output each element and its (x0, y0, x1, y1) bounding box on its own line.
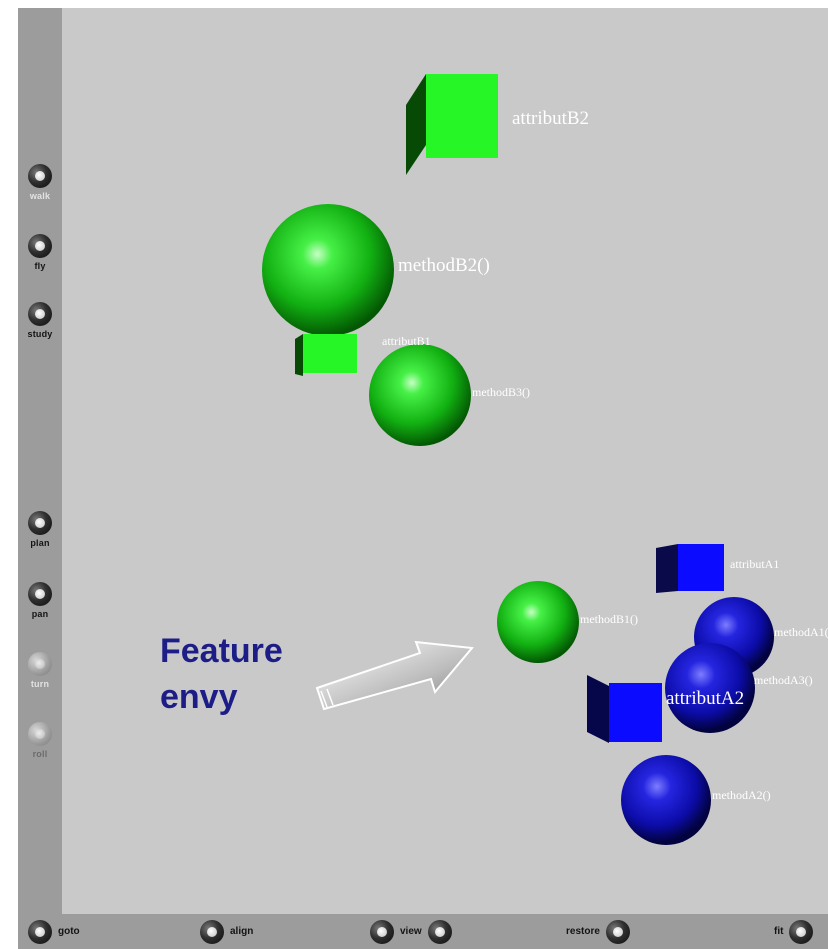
goto-label: goto (58, 926, 80, 937)
method-b2-label: methodB2() (398, 255, 490, 276)
attribut-b2-cube[interactable] (406, 74, 498, 175)
method-a1-label: methodA1() (774, 625, 828, 639)
plan-label: plan (30, 538, 50, 548)
align-icon (200, 919, 224, 944)
turn-icon (28, 652, 52, 676)
turn-button[interactable]: turn (20, 646, 60, 704)
method-b1-label: methodB1() (580, 612, 638, 626)
method-a3-label: methodA3() (754, 673, 813, 687)
method-a2-label: methodA2() (712, 788, 771, 802)
goto-icon (28, 919, 52, 944)
align-label: align (230, 926, 254, 937)
view-label: view (400, 926, 422, 937)
method-a2-sphere[interactable] (621, 755, 711, 845)
fit-icon (789, 919, 814, 944)
feature-envy-annotation: Feature envy (160, 628, 283, 720)
walk-button[interactable]: walk (20, 158, 60, 216)
restore-icon (605, 919, 630, 944)
fly-button[interactable]: fly (20, 228, 60, 286)
pan-label: pan (31, 609, 49, 619)
method-b3-label: methodB3() (472, 385, 530, 399)
walk-icon (28, 164, 52, 188)
walk-label: walk (29, 191, 51, 201)
roll-label: roll (32, 749, 48, 759)
annotation-line-1: Feature (160, 632, 283, 670)
view-button[interactable]: view (370, 918, 452, 945)
fly-icon (28, 234, 52, 258)
attribut-b2-label: attributB2 (512, 108, 590, 129)
bottom-toolbar: goto align view restore fit (18, 914, 828, 949)
study-button[interactable]: study (20, 296, 60, 354)
vrml-viewer[interactable]: walk fly study plan pan turn roll attrib… (18, 8, 828, 949)
fit-button[interactable]: fit (774, 918, 814, 945)
attribut-a1-cube[interactable] (656, 544, 724, 593)
method-b2-sphere[interactable] (262, 204, 394, 336)
attribut-a2-cube[interactable] (587, 675, 662, 743)
study-label: study (27, 329, 53, 339)
navigation-sidebar: walk fly study plan pan turn roll (18, 8, 62, 914)
roll-button[interactable]: roll (20, 716, 60, 774)
restore-button[interactable]: restore (566, 918, 630, 945)
plan-icon (28, 511, 52, 535)
pan-icon (28, 582, 52, 606)
fly-label: fly (34, 261, 46, 271)
method-b3-sphere[interactable] (369, 344, 471, 446)
attribut-b1-label: attributB1 (382, 334, 431, 348)
study-icon (28, 302, 52, 326)
align-button[interactable]: align (200, 918, 253, 945)
method-b1-sphere[interactable] (497, 581, 579, 663)
plan-button[interactable]: plan (20, 505, 60, 563)
restore-label: restore (566, 926, 600, 937)
feature-envy-arrow (315, 640, 474, 711)
annotation-line-2: envy (160, 678, 238, 716)
attribut-a1-label: attributA1 (730, 557, 780, 571)
goto-button[interactable]: goto (28, 918, 80, 945)
scene-canvas (262, 74, 774, 845)
3d-scene[interactable]: attributB2 methodB2() attributB1 methodB… (62, 8, 828, 914)
turn-label: turn (30, 679, 50, 689)
pan-button[interactable]: pan (20, 576, 60, 634)
attribut-b1-cube[interactable] (295, 334, 357, 376)
roll-icon (28, 722, 52, 746)
attribut-a2-label: attributA2 (666, 688, 745, 709)
view-previous-icon[interactable] (370, 919, 394, 944)
view-next-icon[interactable] (427, 919, 452, 944)
fit-label: fit (774, 926, 784, 937)
